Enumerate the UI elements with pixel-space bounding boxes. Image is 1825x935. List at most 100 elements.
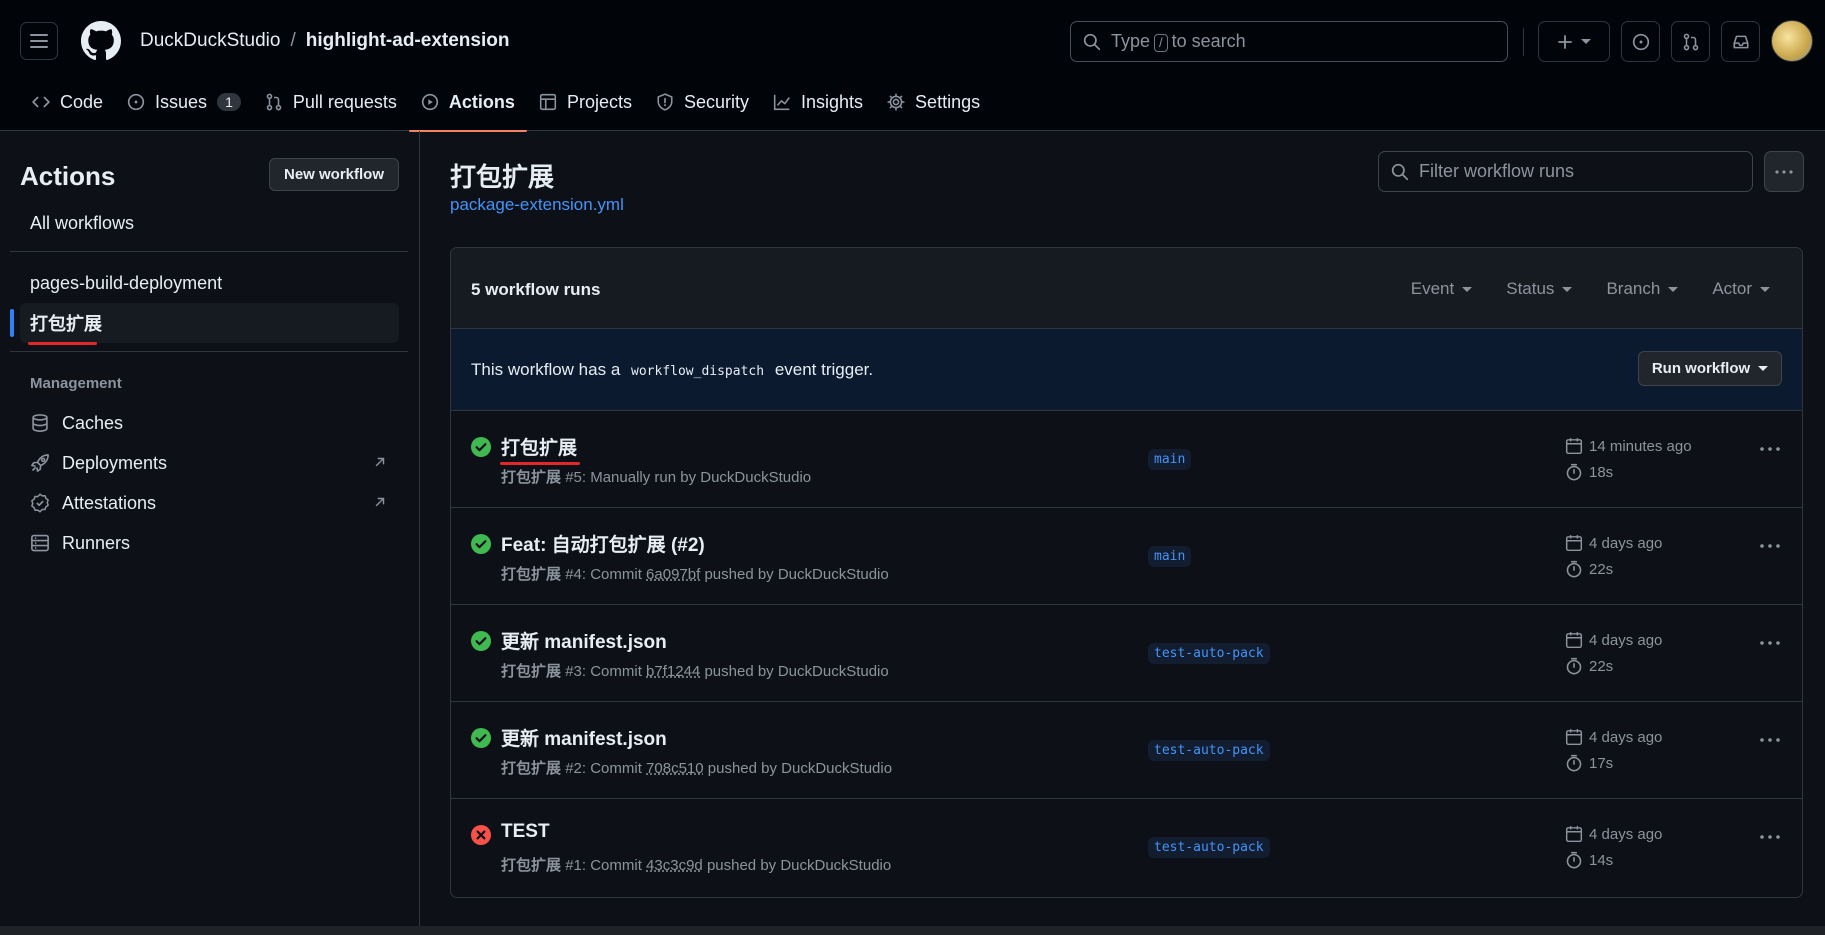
git-pull-request-icon [1683, 33, 1698, 50]
table-row[interactable]: 更新 manifest.json 打包扩展 #3: Commit b7f1244 … [451, 605, 1802, 702]
branch-label[interactable]: test-auto-pack [1148, 837, 1270, 858]
run-workflow-name: 打包扩展 [501, 566, 562, 583]
tab-settings[interactable]: Settings [875, 80, 992, 124]
pull-requests-button[interactable] [1671, 21, 1710, 62]
filter-label: Actor [1712, 279, 1752, 298]
dispatch-suffix: event trigger. [774, 360, 874, 379]
run-menu-button[interactable] [1760, 544, 1780, 548]
run-title-link[interactable]: TEST [501, 821, 550, 843]
branch-label[interactable]: test-auto-pack [1148, 643, 1270, 664]
inbox-button[interactable] [1721, 21, 1760, 62]
server-icon [31, 534, 49, 552]
run-workflow-name: 打包扩展 [501, 760, 562, 777]
commit-sha-link[interactable]: b7f1244 [646, 663, 700, 680]
search-prefix: Type [1111, 31, 1151, 51]
run-title-link[interactable]: 打包扩展 [501, 433, 577, 460]
tab-actions[interactable]: Actions [408, 80, 527, 132]
run-menu-button[interactable] [1760, 447, 1780, 451]
run-duration-text: 18s [1589, 463, 1614, 481]
tab-pull-requests[interactable]: Pull requests [253, 80, 409, 124]
run-menu-button[interactable] [1760, 641, 1780, 645]
database-icon [32, 414, 48, 432]
filter-event-dropdown[interactable]: Event [1411, 279, 1473, 299]
new-workflow-button[interactable]: New workflow [269, 158, 399, 191]
run-duration: 22s [1565, 560, 1613, 578]
run-menu-button[interactable] [1760, 835, 1780, 839]
sidebar-item-caches[interactable]: Caches [20, 403, 399, 443]
stopwatch-icon [1566, 851, 1582, 869]
header-divider [1523, 28, 1524, 56]
search-input[interactable]: Type / to search [1070, 21, 1508, 62]
filter-branch-dropdown[interactable]: Branch [1606, 279, 1679, 299]
sidebar-item-package-extension[interactable]: 打包扩展 [10, 303, 399, 343]
run-time-text: 4 days ago [1589, 534, 1663, 552]
sidebar-item-pages-build-deployment[interactable]: pages-build-deployment [20, 263, 399, 303]
run-detail-prefix: #5: Manually run by DuckDuckStudio [565, 469, 812, 486]
sidebar-item-attestations[interactable]: Attestations [20, 483, 399, 523]
commit-sha-link[interactable]: 708c510 [646, 760, 704, 777]
chevron-down-icon [1758, 366, 1769, 371]
github-logo-icon[interactable] [81, 21, 121, 61]
run-detail-prefix: #2: Commit [565, 760, 642, 777]
sidebar-title: Actions [20, 161, 116, 191]
breadcrumb: DuckDuckStudio / highlight-ad-extension [140, 30, 509, 52]
chevron-down-icon [1581, 39, 1591, 44]
workflow-runs-list: 5 workflow runs Event Status Branch Acto… [450, 247, 1803, 898]
kebab-horizontal-icon [1760, 641, 1780, 645]
table-row[interactable]: Feat: 自动打包扩展 (#2) 打包扩展 #4: Commit 6a097bf… [451, 508, 1802, 605]
sidebar-divider [10, 351, 408, 352]
filter-workflow-runs-input[interactable]: Filter workflow runs [1378, 151, 1753, 192]
issues-button[interactable] [1621, 21, 1660, 62]
more-options-button[interactable] [1764, 151, 1804, 192]
commit-sha-link[interactable]: 6a097bf [646, 566, 700, 583]
tab-insights[interactable]: Insights [761, 80, 875, 124]
run-detail-suffix: pushed by DuckDuckStudio [704, 663, 889, 680]
tab-projects[interactable]: Projects [527, 80, 644, 124]
avatar[interactable] [1771, 20, 1813, 62]
run-detail-suffix: pushed by DuckDuckStudio [707, 760, 893, 777]
calendar-icon [1565, 729, 1583, 746]
sidebar-item-deployments[interactable]: Deployments [20, 443, 399, 483]
create-new-button[interactable] [1538, 21, 1610, 62]
repo-nav: Code Issues 1 Pull requests Actions Proj… [20, 80, 992, 132]
run-detail-suffix: pushed by DuckDuckStudio [704, 566, 889, 583]
branch-label[interactable]: test-auto-pack [1148, 740, 1270, 761]
commit-sha-link[interactable]: 43c3c9d [646, 857, 703, 874]
sidebar-item-label: Attestations [62, 492, 157, 513]
run-workflow-button[interactable]: Run workflow [1638, 351, 1782, 386]
workflow-title: 打包扩展 [450, 162, 555, 192]
owner-link[interactable]: DuckDuckStudio [140, 30, 280, 52]
run-title-link[interactable]: 更新 manifest.json [501, 627, 667, 654]
table-row[interactable]: TEST 打包扩展 #1: Commit 43c3c9d pushed by Du… [451, 799, 1802, 896]
sidebar-item-label: Deployments [62, 452, 168, 473]
workflow-dispatch-banner: This workflow has a workflow_dispatch ev… [451, 329, 1802, 411]
branch-label[interactable]: main [1148, 449, 1192, 470]
x-circle-icon [471, 825, 491, 845]
menu-button[interactable] [20, 22, 58, 60]
table-row[interactable]: 更新 manifest.json 打包扩展 #2: Commit 708c510 … [451, 702, 1802, 799]
arrow-up-right-icon [375, 457, 385, 467]
sidebar-item-all-workflows[interactable]: All workflows [20, 203, 399, 243]
sidebar-item-label: pages-build-deployment [30, 272, 223, 293]
branch-label[interactable]: main [1148, 546, 1192, 567]
filter-actor-dropdown[interactable]: Actor [1712, 279, 1770, 299]
sidebar-item-runners[interactable]: Runners [20, 523, 399, 563]
check-circle-icon [471, 534, 491, 554]
run-title-link[interactable]: Feat: 自动打包扩展 (#2) [501, 530, 705, 557]
tab-label: Code [60, 91, 104, 112]
run-title-link[interactable]: 更新 manifest.json [501, 724, 667, 751]
filter-status-dropdown[interactable]: Status [1506, 279, 1573, 299]
run-details: 打包扩展 #4: Commit 6a097bf pushed by DuckDu… [501, 563, 889, 584]
shield-icon [657, 93, 673, 111]
workflow-file-link[interactable]: package-extension.yml [450, 195, 624, 215]
run-menu-button[interactable] [1760, 738, 1780, 742]
calendar-icon [1565, 438, 1583, 455]
tab-issues[interactable]: Issues 1 [115, 80, 253, 124]
tab-security[interactable]: Security [644, 80, 761, 124]
issue-opened-icon [1632, 33, 1649, 50]
check-circle-icon [471, 631, 491, 651]
repo-link[interactable]: highlight-ad-extension [306, 30, 510, 52]
tab-code[interactable]: Code [20, 80, 115, 124]
management-heading: Management [30, 375, 122, 392]
table-row[interactable]: 打包扩展 打包扩展 #5: Manually run by DuckDuckStu… [451, 411, 1802, 508]
